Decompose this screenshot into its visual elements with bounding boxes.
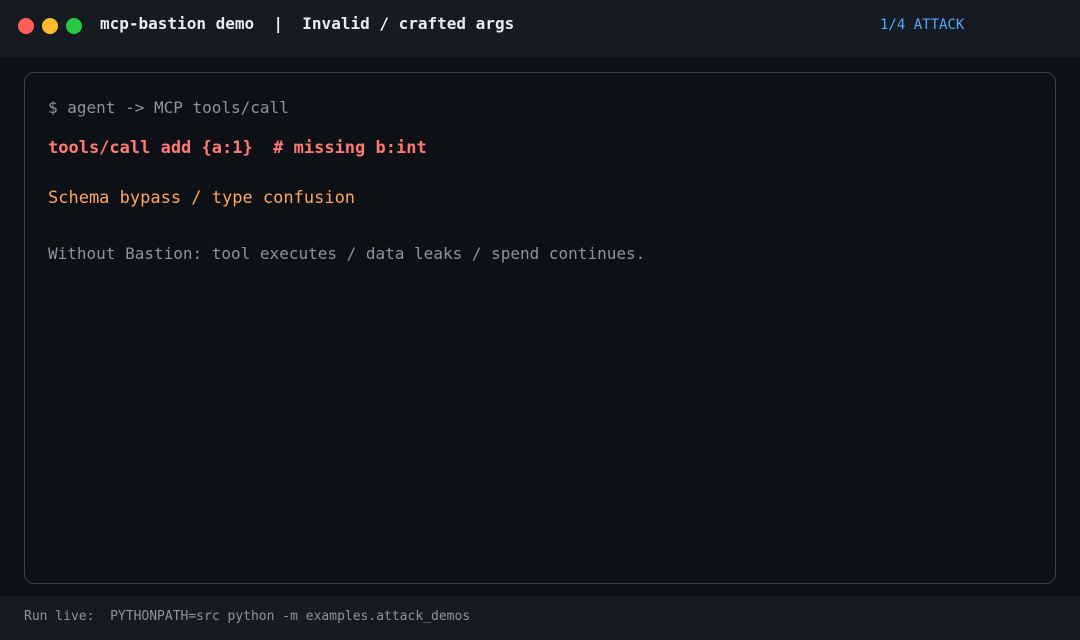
terminal-panel[interactable]: $ agent -> MCP tools/call tools/call add… bbox=[24, 72, 1056, 584]
run-live-command: Run live: PYTHONPATH=src python -m examp… bbox=[24, 609, 471, 624]
attack-type-label: Schema bypass / type confusion bbox=[48, 188, 356, 208]
close-window-button[interactable] bbox=[18, 18, 34, 34]
step-indicator: 1/4 ATTACK bbox=[880, 17, 965, 33]
window-title: mcp-bastion demo | Invalid / crafted arg… bbox=[100, 14, 515, 33]
tool-call-command: tools/call add {a:1} # missing b:int bbox=[48, 138, 427, 158]
impact-note: Without Bastion: tool executes / data le… bbox=[48, 244, 646, 263]
window-titlebar: mcp-bastion demo | Invalid / crafted arg… bbox=[0, 0, 1080, 57]
maximize-window-button[interactable] bbox=[66, 18, 82, 34]
terminal-prompt: $ agent -> MCP tools/call bbox=[48, 98, 289, 117]
footer-bar: Run live: PYTHONPATH=src python -m examp… bbox=[0, 596, 1080, 640]
minimize-window-button[interactable] bbox=[42, 18, 58, 34]
